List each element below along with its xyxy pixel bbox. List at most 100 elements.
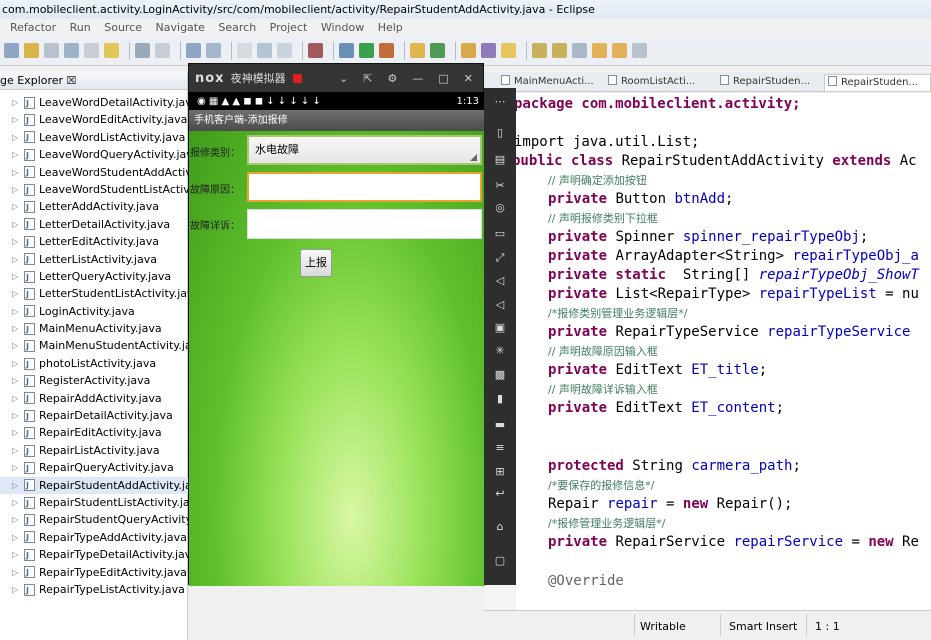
- grid-icon[interactable]: ⊞: [492, 464, 508, 478]
- explorer-item[interactable]: ▷ LeaveWordStudentListActivity: [0, 181, 188, 199]
- recents-nav-icon[interactable]: ▢: [492, 553, 508, 567]
- explorer-item[interactable]: ▷ RepairQueryActivity.java: [0, 459, 188, 477]
- detail-input[interactable]: [247, 209, 482, 239]
- expand-arrow-icon[interactable]: ▷: [12, 442, 22, 459]
- forward-icon[interactable]: [612, 43, 627, 58]
- explorer-item[interactable]: ▷ LeaveWordStudentAddActivit: [0, 164, 188, 181]
- explorer-item[interactable]: ▷ RepairStudentAddActivity.jav: [0, 476, 188, 494]
- shake-icon[interactable]: ▯: [492, 125, 508, 139]
- explorer-item[interactable]: ▷ LetterStudentListActivity.java: [0, 285, 188, 303]
- print-icon[interactable]: [44, 43, 59, 58]
- explorer-item[interactable]: ▷ LeaveWordQueryActivity.java: [0, 146, 188, 164]
- menu-search[interactable]: Search: [218, 19, 256, 36]
- expand-arrow-icon[interactable]: ▷: [12, 303, 22, 320]
- explorer-item[interactable]: ▷ LeaveWordListActivity.java: [0, 129, 188, 146]
- expand-arrow-icon[interactable]: ▷: [12, 529, 22, 546]
- close-icon[interactable]: ✕: [464, 72, 473, 85]
- multi-instance-icon[interactable]: ▣: [492, 320, 508, 334]
- macro-icon[interactable]: ▩: [492, 367, 508, 381]
- expand-arrow-icon[interactable]: ▷: [12, 251, 22, 268]
- skip-breakpoints-icon[interactable]: [308, 43, 323, 58]
- explorer-item[interactable]: ▷ LetterDetailActivity.java: [0, 216, 188, 233]
- tab-repairstudent-2[interactable]: RepairStuden...: [824, 74, 931, 91]
- package-explorer-tab[interactable]: ge Explorer ☒: [0, 72, 187, 90]
- emulator-titlebar[interactable]: nox 夜神模拟器 ⌄ ⇱ ⚙ — □ ✕: [189, 64, 483, 92]
- expand-arrow-icon[interactable]: ▷: [12, 424, 22, 441]
- explorer-item[interactable]: ▷ LeaveWordEditActivity.java: [0, 111, 188, 129]
- explorer-item[interactable]: ▷ LetterListActivity.java: [0, 251, 188, 268]
- sdk-icon[interactable]: [237, 43, 252, 58]
- last-edit-icon[interactable]: [572, 43, 587, 58]
- new-icon[interactable]: [4, 43, 19, 58]
- expand-arrow-icon[interactable]: ▷: [12, 268, 22, 285]
- menu-project[interactable]: Project: [270, 19, 308, 36]
- explorer-item[interactable]: ▷ LetterAddActivity.java: [0, 198, 188, 216]
- expand-arrow-icon[interactable]: ▷: [12, 164, 22, 181]
- explorer-item[interactable]: ▷ RepairAddActivity.java: [0, 390, 188, 407]
- search-icon[interactable]: [501, 43, 516, 58]
- expand-arrow-icon[interactable]: ▷: [12, 111, 22, 128]
- expand-arrow-icon[interactable]: ▷: [12, 285, 22, 302]
- explorer-item[interactable]: ▷ RepairTypeDetailActivity.java: [0, 546, 188, 564]
- avd-icon[interactable]: [257, 43, 272, 58]
- expand-arrow-icon[interactable]: ▷: [12, 372, 22, 389]
- expand-arrow-icon[interactable]: ▷: [12, 198, 22, 215]
- reason-input[interactable]: [247, 172, 482, 202]
- expand-arrow-icon[interactable]: ▷: [12, 129, 22, 146]
- checklist-icon[interactable]: [186, 43, 201, 58]
- expand-arrow-icon[interactable]: ▷: [12, 233, 22, 250]
- menu-refactor[interactable]: Refactor: [10, 19, 56, 36]
- explorer-item[interactable]: ▷ RepairStudentQueryActivity.ja: [0, 511, 188, 529]
- lint-icon[interactable]: [277, 43, 292, 58]
- explorer-item[interactable]: ▷ RepairTypeListActivity.java: [0, 581, 188, 599]
- tab-roomlist[interactable]: RoomListActi...: [605, 74, 695, 91]
- menu-source[interactable]: Source: [104, 19, 142, 36]
- explorer-item[interactable]: ▷ RepairTypeEditActivity.java: [0, 564, 188, 581]
- expand-arrow-icon[interactable]: ▷: [12, 564, 22, 581]
- tab-repairstudent-1[interactable]: RepairStuden...: [717, 74, 810, 91]
- screenshot-icon[interactable]: ▬: [492, 417, 508, 431]
- expand-arrow-icon[interactable]: ▷: [12, 216, 22, 233]
- explorer-item[interactable]: ▷ RepairTypeAddActivity.java: [0, 529, 188, 546]
- expand-arrow-icon[interactable]: ▷: [12, 146, 22, 163]
- expand-arrow-icon[interactable]: ▷: [12, 459, 22, 476]
- explorer-item[interactable]: ▷ LeaveWordDetailActivity.java: [0, 94, 188, 112]
- open-task-icon[interactable]: [481, 43, 496, 58]
- volume-down-icon[interactable]: ◁: [492, 297, 508, 311]
- back-icon[interactable]: [592, 43, 607, 58]
- menu-window[interactable]: Window: [321, 19, 364, 36]
- external-tools-icon[interactable]: [379, 43, 394, 58]
- explorer-item[interactable]: ▷ RepairEditActivity.java: [0, 424, 188, 442]
- new-class-icon[interactable]: [430, 43, 445, 58]
- expand-arrow-icon[interactable]: ▷: [12, 390, 22, 407]
- apk-icon[interactable]: ▭: [492, 226, 508, 240]
- more-icon[interactable]: ⋯: [492, 94, 508, 108]
- debug-icon[interactable]: [339, 43, 354, 58]
- repair-type-spinner[interactable]: 水电故障: [247, 135, 482, 165]
- expand-arrow-icon[interactable]: ▷: [12, 511, 22, 528]
- expand-arrow-icon[interactable]: ▷: [12, 477, 22, 494]
- loading-icon[interactable]: ✳: [492, 343, 508, 357]
- save-icon[interactable]: [24, 43, 39, 58]
- properties-icon[interactable]: [64, 43, 79, 58]
- explorer-item[interactable]: ▷ RepairListActivity.java: [0, 442, 188, 460]
- menu-help[interactable]: Help: [378, 19, 403, 36]
- chevron-down-icon[interactable]: ⌄: [339, 72, 348, 85]
- explorer-item[interactable]: ▷ LetterQueryActivity.java: [0, 268, 188, 286]
- explorer-item[interactable]: ▷ RegisterActivity.java: [0, 372, 188, 390]
- submit-button[interactable]: 上报: [300, 249, 332, 277]
- doc-icon[interactable]: [155, 43, 170, 58]
- explorer-item[interactable]: ▷ RepairDetailActivity.java: [0, 407, 188, 425]
- expand-arrow-icon[interactable]: ▷: [12, 546, 22, 563]
- expand-arrow-icon[interactable]: ▷: [12, 320, 22, 337]
- menu-navigate[interactable]: Navigate: [156, 19, 205, 36]
- explorer-item[interactable]: ▷ photoListActivity.java: [0, 355, 188, 373]
- fullscreen-icon[interactable]: ⤢: [492, 251, 508, 265]
- explorer-item[interactable]: ▷ MainMenuActivity.java: [0, 320, 188, 338]
- home-nav-icon[interactable]: ⌂: [492, 519, 508, 533]
- run-icon[interactable]: [359, 43, 374, 58]
- pin-icon[interactable]: ⇱: [363, 72, 372, 85]
- prev-annotation-icon[interactable]: [552, 43, 567, 58]
- code-editor[interactable]: package com.mobileclient.activity; impor…: [516, 93, 931, 610]
- keyboard-icon[interactable]: ▤: [492, 152, 508, 166]
